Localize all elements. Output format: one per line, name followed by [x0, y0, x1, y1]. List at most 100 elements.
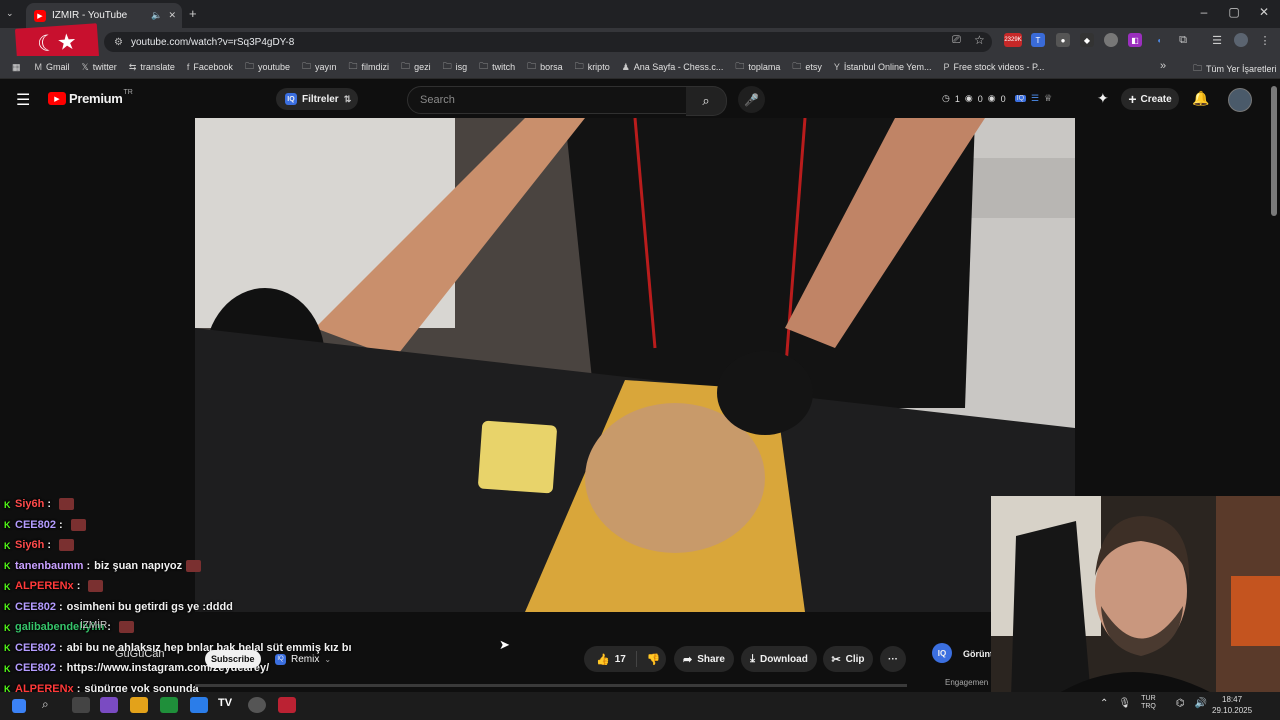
profile-avatar-icon[interactable] — [1234, 33, 1248, 47]
bookmark-item[interactable]: 🗀 yayın — [302, 59, 337, 75]
network-icon[interactable]: ⌬ — [1176, 698, 1185, 709]
channel-name[interactable]: GuGuCan — [115, 648, 165, 660]
bookmark-item[interactable]: 🗀 toplama — [735, 59, 780, 75]
bookmark-item[interactable]: 𝕏twitter — [82, 62, 117, 73]
obs-icon[interactable] — [248, 697, 266, 713]
chat-username[interactable]: CEE802 — [15, 519, 56, 531]
bookmark-item[interactable]: Y İstanbul Online Yem... — [834, 62, 932, 72]
bookmark-label: gezi — [414, 62, 431, 72]
cheese-slice — [478, 420, 557, 494]
dislike-button[interactable]: 👎 — [637, 653, 666, 666]
apps-grid-icon[interactable]: ▦ — [12, 62, 21, 73]
iq-panel-button[interactable]: IQ — [932, 643, 952, 663]
maximize-button[interactable]: ▢ — [1219, 5, 1249, 19]
create-button[interactable]: + Create — [1121, 88, 1179, 110]
bookmark-item[interactable]: P Free stock videos - P... — [943, 62, 1044, 72]
bookmark-item[interactable]: 🗀 twitch — [479, 59, 515, 75]
chrome-menu-icon[interactable]: ⋮ — [1258, 33, 1272, 47]
iq-icon[interactable]: IQ — [1014, 95, 1027, 102]
bookmark-item[interactable]: 🗀 kripto — [575, 59, 610, 75]
download-button[interactable]: ⤓ Download — [741, 646, 817, 672]
chat-username[interactable]: CEE802 — [15, 642, 56, 654]
tab-search-icon[interactable]: ⌄ — [6, 8, 14, 19]
clip-button[interactable]: ✂ Clip — [823, 646, 873, 672]
chat-username[interactable]: CEE802 — [15, 601, 56, 613]
bookmark-list: M Gmail 𝕏twitter ⇆ translate f Facebook 🗀 youtub… — [35, 59, 1057, 75]
extension-twitch-icon[interactable]: ◧ — [1128, 33, 1142, 47]
address-bar[interactable]: ⚙ youtube.com/watch?v=rSq3P4gDY-8 — [104, 32, 992, 52]
chevron-down-icon: ⌄ — [324, 654, 332, 664]
like-button[interactable]: 👍 17 — [584, 651, 637, 667]
tab-close-icon[interactable]: ✕ — [168, 10, 176, 21]
app-icon[interactable] — [190, 697, 208, 713]
windows-start-icon[interactable] — [12, 699, 26, 713]
minimize-button[interactable]: – — [1189, 5, 1219, 19]
extensions-puzzle-icon[interactable]: ⧉ — [1176, 33, 1190, 47]
browser-tab[interactable]: ▶ İZMİR - YouTube 🔈 ✕ — [26, 3, 182, 28]
thumbs-down-icon: 👎 — [646, 653, 661, 666]
youtube-premium-logo[interactable]: ▶ Premium TR — [48, 89, 133, 106]
mic-tray-icon[interactable]: 🎙 — [1118, 698, 1131, 709]
voice-search-button[interactable]: 🎤 — [738, 86, 765, 113]
search-button[interactable]: ⌕ — [686, 86, 727, 116]
chat-username[interactable]: Siy6h — [15, 539, 44, 551]
bookmark-item[interactable]: ♟ Ana Sayfa - Chess.c... — [622, 62, 724, 73]
close-window-button[interactable]: ✕ — [1249, 5, 1279, 19]
extension-icon[interactable]: ● — [1056, 33, 1070, 47]
bookmark-item[interactable]: 🗀 borsa — [527, 59, 563, 75]
chat-separator: : — [58, 641, 63, 654]
bookmark-item[interactable]: 🗀 etsy — [792, 59, 822, 75]
user-avatar[interactable] — [1228, 88, 1252, 112]
filters-button[interactable]: IQ Filtreler ⇅ — [276, 88, 358, 110]
search-input[interactable] — [418, 93, 672, 107]
remix-button[interactable]: IQ Remix ⌄ — [275, 650, 331, 668]
extension-wave-icon[interactable]: ◖ — [1152, 33, 1166, 47]
translate-ext-icon[interactable]: T — [1031, 33, 1045, 47]
extension-circle-icon[interactable] — [1104, 33, 1118, 47]
reading-list-icon[interactable]: ☰ — [1210, 33, 1224, 47]
language-indicator[interactable]: TUR TRQ — [1141, 695, 1166, 711]
all-bookmarks-folder[interactable]: 🗀 Tüm Yer İşaretleri — [1193, 61, 1277, 77]
tradingview-icon[interactable]: TV — [218, 697, 236, 713]
more-actions-button[interactable]: ··· — [880, 646, 906, 672]
chat-username[interactable]: CEE802 — [15, 662, 56, 674]
gemini-sparkle-icon[interactable]: ✦ — [1097, 90, 1109, 107]
app-icon[interactable] — [100, 697, 118, 713]
bookmark-item[interactable]: 🗀 filmdizi — [349, 59, 390, 75]
chrome-taskbar-icon[interactable] — [160, 697, 178, 713]
bookmark-item[interactable]: 🗀 isg — [443, 59, 468, 75]
list-icon[interactable]: ☰ — [1031, 93, 1039, 104]
search-taskbar-icon[interactable]: ⌕ — [42, 697, 60, 713]
tab-audio-icon[interactable]: 🔈 — [151, 10, 162, 21]
app-icon[interactable] — [278, 697, 296, 713]
trophy-icon[interactable]: ♕ — [1044, 93, 1052, 104]
cast-icon[interactable]: ⎚ — [952, 34, 961, 47]
bookmark-star-icon[interactable]: ☆ — [974, 33, 985, 47]
notifications-bell-icon[interactable]: 🔔 — [1192, 90, 1209, 107]
extension-counters: ◷ 1 ◉ 0 ◉ 0 IQ ☰ ♕ — [942, 93, 1057, 104]
bookmark-item[interactable]: 🗀 youtube — [245, 59, 290, 75]
iq-extension-icon: IQ — [285, 93, 297, 105]
new-tab-button[interactable]: + — [189, 6, 197, 21]
menu-hamburger-icon[interactable]: ☰ — [16, 90, 30, 110]
taskview-icon[interactable] — [72, 697, 90, 713]
bookmark-item[interactable]: ⇆ translate — [129, 62, 175, 73]
page-scrollbar[interactable] — [1271, 86, 1277, 216]
extension-badge-icon[interactable]: 2329K — [1004, 33, 1022, 47]
bookmark-item[interactable]: M Gmail — [35, 62, 70, 72]
site-info-icon[interactable]: ⚙ — [114, 37, 123, 48]
chat-username[interactable]: tanenbaumm — [15, 560, 83, 572]
chat-username[interactable]: ALPERENx — [15, 580, 74, 592]
chat-username[interactable]: Siy6h — [15, 498, 44, 510]
bookmark-item[interactable]: 🗀 gezi — [401, 59, 431, 75]
extension-diamond-icon[interactable]: ◆ — [1080, 33, 1094, 47]
volume-icon[interactable]: 🔊 — [1195, 698, 1207, 709]
taskbar-clock[interactable]: 18:47 29.10.2025 — [1212, 694, 1252, 716]
bookmark-item[interactable]: f Facebook — [187, 62, 233, 72]
share-button[interactable]: ➦ Share — [674, 646, 734, 672]
chat-text: osimheni bu getirdi gs ye :dddd — [66, 600, 233, 613]
tray-chevron-icon[interactable]: ⌃ — [1100, 698, 1108, 709]
more-bookmarks-icon[interactable]: » — [1160, 60, 1166, 72]
subscribe-button[interactable]: Subscribe — [205, 650, 261, 668]
file-explorer-icon[interactable] — [130, 697, 148, 713]
